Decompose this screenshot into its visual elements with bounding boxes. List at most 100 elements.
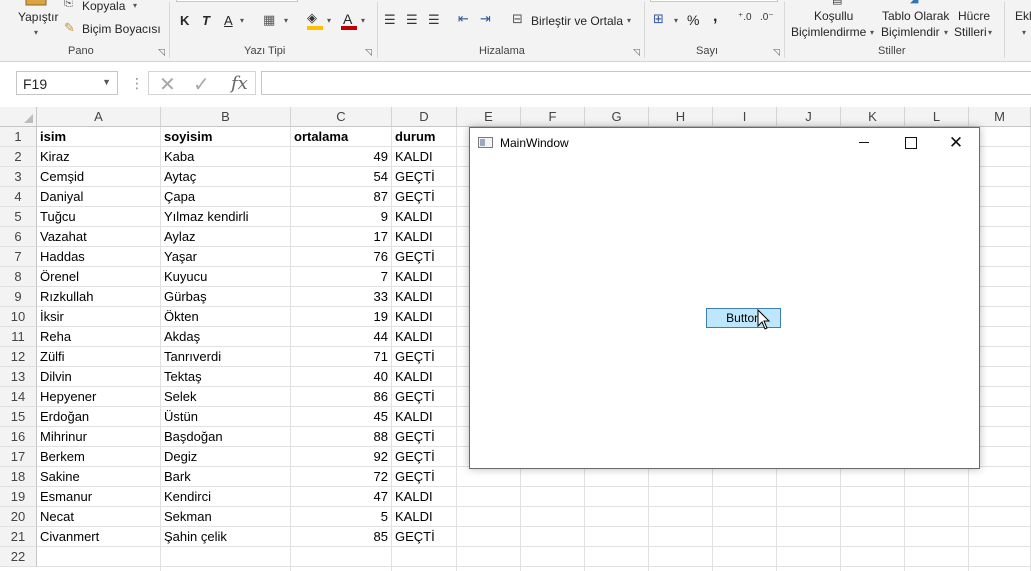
cell-c15[interactable]: 45	[291, 407, 391, 427]
row-header[interactable]: 13	[0, 367, 37, 387]
cell-c8[interactable]: 7	[291, 267, 391, 287]
align-right-icon[interactable]: ☰	[428, 12, 440, 28]
cell-c1[interactable]: ortalama	[291, 127, 391, 147]
column-header-m[interactable]: M	[969, 107, 1031, 127]
italic-button[interactable]: T	[202, 13, 210, 28]
column-header-k[interactable]: K	[841, 107, 905, 127]
cell-a1[interactable]: isim	[37, 127, 160, 147]
cell-b9[interactable]: Gürbaş	[161, 287, 290, 307]
cell-d12[interactable]: GEÇTİ	[392, 347, 456, 367]
column-header-d[interactable]: D	[392, 107, 457, 127]
format-as-table-icon[interactable]: ◢	[910, 0, 918, 5]
column-header-e[interactable]: E	[457, 107, 521, 127]
cell-b13[interactable]: Tektaş	[161, 367, 290, 387]
column-header-l[interactable]: L	[905, 107, 969, 127]
cell-d15[interactable]: KALDI	[392, 407, 456, 427]
decrease-indent-icon[interactable]: ⇤	[458, 11, 469, 27]
row-header[interactable]: 14	[0, 387, 37, 407]
underline-button[interactable]: A	[224, 13, 233, 28]
insert-function-button[interactable]: fx	[231, 73, 248, 94]
align-center-icon[interactable]: ☰	[406, 12, 418, 28]
row-header[interactable]: 17	[0, 447, 37, 467]
close-button[interactable]: ✕	[933, 128, 979, 157]
cell-d19[interactable]: KALDI	[392, 487, 456, 507]
insert-dropdown-icon[interactable]: ▾	[1022, 28, 1026, 37]
cell-styles-dropdown-icon[interactable]: ▾	[988, 28, 992, 37]
clipboard-launcher-icon[interactable]: ◹	[158, 47, 165, 58]
percent-button[interactable]: %	[687, 12, 699, 28]
copy-icon[interactable]: ⎘	[64, 0, 73, 10]
cell-a19[interactable]: Esmanur	[37, 487, 160, 507]
minimize-button[interactable]	[841, 128, 887, 157]
format-as-table-button-line1[interactable]: Tablo Olarak	[882, 9, 949, 23]
cell-b4[interactable]: Çapa	[161, 187, 290, 207]
cell-c12[interactable]: 71	[291, 347, 391, 367]
cell-d1[interactable]: durum	[392, 127, 456, 147]
row-header[interactable]: 21	[0, 527, 37, 547]
cell-b22[interactable]	[161, 547, 290, 567]
cell-d18[interactable]: GEÇTİ	[392, 467, 456, 487]
merge-center-dropdown-icon[interactable]: ▾	[627, 16, 631, 25]
cell-b16[interactable]: Başdoğan	[161, 427, 290, 447]
row-header[interactable]: 2	[0, 147, 37, 167]
cell-styles-button-line2[interactable]: Stilleri	[954, 25, 987, 39]
cell-a5[interactable]: Tuğcu	[37, 207, 160, 227]
cell-a14[interactable]: Hepyener	[37, 387, 160, 407]
cell-c11[interactable]: 44	[291, 327, 391, 347]
cell-b18[interactable]: Bark	[161, 467, 290, 487]
name-box[interactable]: F19 ▼	[16, 71, 118, 95]
cell-b5[interactable]: Yılmaz kendirli	[161, 207, 290, 227]
cancel-entry-icon[interactable]: ✕	[159, 72, 176, 97]
fill-color-dropdown-icon[interactable]: ▾	[327, 16, 331, 25]
cell-d10[interactable]: KALDI	[392, 307, 456, 327]
row-header[interactable]: 19	[0, 487, 37, 507]
cell-a21[interactable]: Civanmert	[37, 527, 160, 547]
column-header-j[interactable]: J	[777, 107, 841, 127]
cell-c20[interactable]: 5	[291, 507, 391, 527]
column-header-i[interactable]: I	[713, 107, 777, 127]
cell-a15[interactable]: Erdoğan	[37, 407, 160, 427]
cell-c21[interactable]: 85	[291, 527, 391, 547]
cell-b17[interactable]: Degiz	[161, 447, 290, 467]
underline-dropdown-icon[interactable]: ▾	[240, 16, 244, 25]
cell-d14[interactable]: GEÇTİ	[392, 387, 456, 407]
borders-icon[interactable]: ▦	[263, 12, 275, 28]
cell-styles-button-line1[interactable]: Hücre	[958, 9, 990, 23]
increase-indent-icon[interactable]: ⇥	[480, 11, 491, 27]
row-header[interactable]: 18	[0, 467, 37, 487]
cell-a6[interactable]: Vazahat	[37, 227, 160, 247]
cell-d17[interactable]: GEÇTİ	[392, 447, 456, 467]
cell-a12[interactable]: Zülfi	[37, 347, 160, 367]
increase-decimal-icon[interactable]: ⁺.0	[738, 12, 752, 23]
row-header[interactable]: 1	[0, 127, 37, 147]
cell-a7[interactable]: Haddas	[37, 247, 160, 267]
confirm-entry-icon[interactable]: ✓	[193, 72, 210, 97]
cell-d13[interactable]: KALDI	[392, 367, 456, 387]
cell-c6[interactable]: 17	[291, 227, 391, 247]
paste-button[interactable]: Yapıştır	[18, 10, 58, 24]
row-header[interactable]: 20	[0, 507, 37, 527]
column-header-f[interactable]: F	[521, 107, 585, 127]
number-launcher-icon[interactable]: ◹	[773, 47, 780, 58]
cell-c16[interactable]: 88	[291, 427, 391, 447]
cell-d7[interactable]: GEÇTİ	[392, 247, 456, 267]
cell-a2[interactable]: Kiraz	[37, 147, 160, 167]
cell-c9[interactable]: 33	[291, 287, 391, 307]
name-box-dropdown-icon[interactable]: ▼	[102, 77, 111, 87]
cell-b10[interactable]: Ökten	[161, 307, 290, 327]
cell-a11[interactable]: Reha	[37, 327, 160, 347]
cell-a18[interactable]: Sakine	[37, 467, 160, 487]
decrease-decimal-icon[interactable]: .0⁻	[760, 12, 774, 23]
insert-button[interactable]: Ekl	[1015, 9, 1031, 23]
cell-c3[interactable]: 54	[291, 167, 391, 187]
comma-button[interactable]: ,	[713, 8, 717, 26]
cell-b3[interactable]: Aytaç	[161, 167, 290, 187]
merge-center-button[interactable]: Birleştir ve Ortala	[531, 14, 623, 28]
cell-b12[interactable]: Tanrıverdi	[161, 347, 290, 367]
column-header-a[interactable]: A	[37, 107, 161, 127]
cell-b20[interactable]: Sekman	[161, 507, 290, 527]
bold-button[interactable]: K	[180, 13, 189, 28]
formula-input[interactable]	[261, 71, 1031, 95]
format-as-table-button-line2[interactable]: Biçimlendir	[881, 25, 940, 39]
format-painter-button[interactable]: Biçim Boyacısı	[82, 22, 161, 36]
